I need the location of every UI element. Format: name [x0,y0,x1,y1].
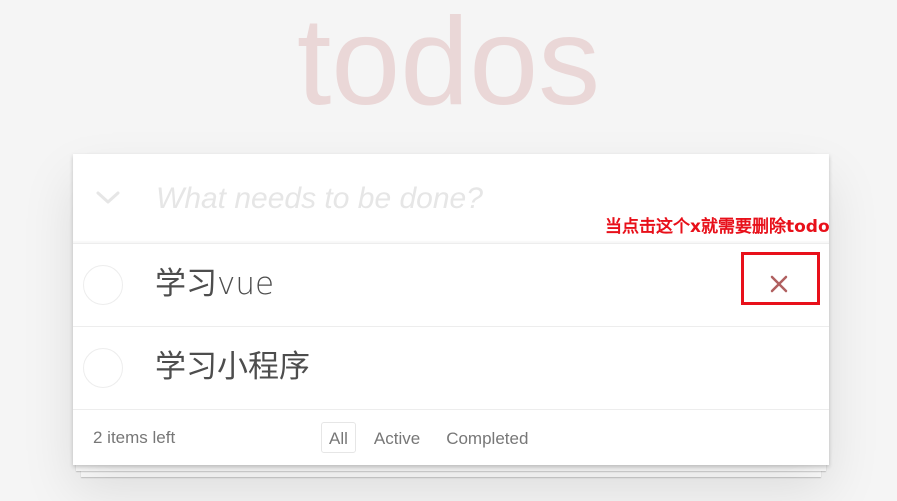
todo-label[interactable]: 学习小程序 [155,347,310,387]
filter-active-link[interactable]: Active [366,422,428,453]
todo-complete-checkbox[interactable] [83,265,123,305]
annotation-note: 当点击这个x就需要删除todo [605,217,830,237]
todo-footer: 2 items left All Active Completed [73,410,829,465]
filter-all-link[interactable]: All [321,422,356,453]
todo-list: 学习vue 学习小程序 [73,244,829,410]
todo-item: 学习小程序 [73,327,829,410]
filter-item: Completed [438,422,536,453]
filter-list: All Active Completed [321,422,536,453]
filter-completed-link[interactable]: Completed [438,422,536,453]
todo-complete-checkbox[interactable] [83,348,123,388]
filter-item: Active [366,422,428,453]
items-left-count: 2 items left [93,428,176,447]
annotation-highlight-box [741,252,820,305]
chevron-down-icon [96,191,120,204]
todo-item: 学习vue [73,244,829,327]
filter-item: All [321,422,356,453]
toggle-all-button[interactable] [93,182,123,212]
todo-app: 学习vue 学习小程序 2 items left All Active Comp… [73,154,829,465]
app-title: todos [296,0,601,131]
todo-label[interactable]: 学习vue [155,264,274,304]
